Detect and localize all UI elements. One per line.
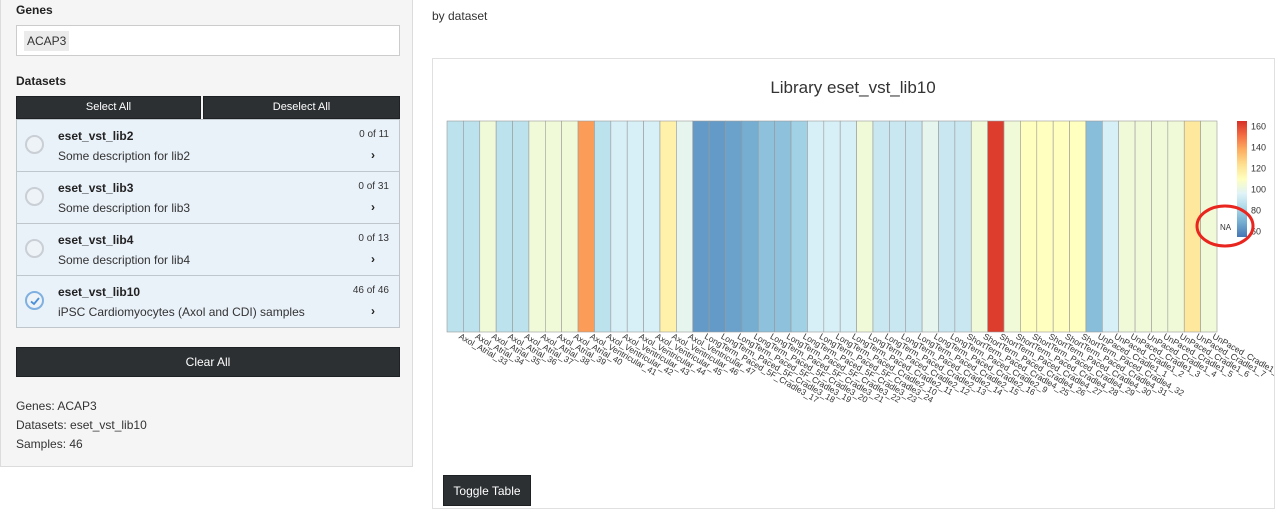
heatmap-cell[interactable] [512, 120, 530, 333]
plot-panel: Library eset_vst_lib10 Axol_Atrial_33 Axo… [432, 58, 1275, 509]
clear-all-button[interactable]: Clear All [16, 347, 400, 377]
heatmap-cell[interactable] [839, 120, 857, 333]
genes-label: Genes [16, 3, 53, 17]
heatmap-cell[interactable] [626, 120, 644, 333]
heatmap-cell[interactable] [561, 120, 579, 333]
heatmap-cell[interactable] [970, 120, 988, 333]
sidebar: Genes ACAP3 Datasets Select All Deselect… [0, 0, 413, 467]
dataset-desc: Some description for lib4 [58, 253, 191, 267]
heatmap-chart: Library eset_vst_lib10 Axol_Atrial_33Axo… [446, 78, 1274, 405]
dataset-name: eset_vst_lib3 [58, 181, 134, 195]
dataset-item-lib2[interactable]: eset_vst_lib2 Some description for lib2 … [17, 119, 399, 171]
dataset-item-lib3[interactable]: eset_vst_lib3 Some description for lib3 … [17, 171, 399, 223]
heatmap-cell[interactable] [610, 120, 628, 333]
heatmap-cell[interactable] [1134, 120, 1152, 333]
dataset-item-lib10[interactable]: eset_vst_lib10 iPSC Cardiomyocytes (Axol… [17, 275, 399, 327]
select-all-button[interactable]: Select All [16, 96, 201, 119]
chevron-right-icon[interactable]: › [371, 148, 375, 162]
heatmap-cell[interactable] [807, 120, 825, 333]
by-dataset-label: by dataset [432, 9, 488, 23]
heatmap-cell[interactable] [725, 120, 743, 333]
heatmap-cell[interactable] [741, 120, 759, 333]
heatmap-cell[interactable] [757, 120, 775, 333]
summary-datasets: Datasets: eset_vst_lib10 [16, 418, 147, 432]
dataset-name: eset_vst_lib2 [58, 129, 134, 143]
colorbar-tick-label: 80 [1251, 206, 1261, 216]
heatmap-cell[interactable] [676, 120, 694, 333]
heatmap-cell[interactable] [856, 120, 874, 333]
heatmap-cell[interactable] [872, 120, 890, 333]
colorbar-tick-label: 160 [1251, 121, 1266, 131]
heatmap-cell[interactable] [1200, 120, 1218, 333]
heatmap-cell[interactable] [1118, 120, 1136, 333]
heatmap-cell[interactable] [1003, 120, 1021, 333]
heatmap-cell[interactable] [692, 120, 710, 333]
heatmap-cell[interactable] [577, 120, 595, 333]
heatmap-cell[interactable] [659, 120, 677, 333]
dataset-count: 0 of 13 [358, 233, 389, 244]
heatmap-cell[interactable] [1036, 120, 1054, 333]
heatmap-cell[interactable] [1167, 120, 1185, 333]
radio-icon[interactable] [25, 187, 44, 206]
heatmap-cell[interactable] [987, 120, 1005, 333]
heatmap-cell[interactable] [1102, 120, 1120, 333]
dataset-count: 0 of 11 [359, 129, 389, 140]
colorbar-tick-label: 140 [1251, 142, 1266, 152]
toggle-table-button[interactable]: Toggle Table [443, 475, 531, 506]
heatmap-cell[interactable] [1020, 120, 1038, 333]
summary-samples: Samples: 46 [16, 437, 83, 451]
dataset-item-lib4[interactable]: eset_vst_lib4 Some description for lib4 … [17, 223, 399, 275]
na-label: NA [1220, 223, 1232, 232]
check-circle-icon[interactable] [25, 291, 44, 310]
heatmap-cell[interactable] [905, 120, 923, 333]
dataset-list: eset_vst_lib2 Some description for lib2 … [16, 119, 400, 328]
heatmap-cell[interactable] [463, 120, 481, 333]
heatmap-cell[interactable] [495, 120, 513, 333]
dataset-desc: iPSC Cardiomyocytes (Axol and CDI) sampl… [58, 305, 305, 319]
heatmap-cell[interactable] [1085, 120, 1103, 333]
dataset-desc: Some description for lib2 [58, 149, 191, 163]
heatmap-cell[interactable] [479, 120, 497, 333]
heatmap-cell[interactable] [823, 120, 841, 333]
heatmap-cell[interactable] [774, 120, 792, 333]
heatmap-cell[interactable] [643, 120, 661, 333]
summary-genes: Genes: ACAP3 [16, 399, 97, 413]
dataset-name: eset_vst_lib4 [58, 233, 134, 247]
heatmap-cell[interactable] [790, 120, 808, 333]
heatmap-cell[interactable] [1151, 120, 1169, 333]
datasets-label: Datasets [16, 74, 67, 88]
chevron-right-icon[interactable]: › [371, 200, 375, 214]
gene-input[interactable]: ACAP3 [16, 25, 400, 56]
radio-icon[interactable] [25, 239, 44, 258]
heatmap-cell[interactable] [889, 120, 907, 333]
heatmap-cell[interactable] [921, 120, 939, 333]
gene-chip[interactable]: ACAP3 [24, 31, 70, 51]
colorbar-tick-label: 100 [1251, 185, 1266, 195]
radio-icon[interactable] [25, 135, 44, 154]
dataset-count: 0 of 31 [358, 181, 389, 192]
heatmap-cell[interactable] [708, 120, 726, 333]
chevron-right-icon[interactable]: › [371, 252, 375, 266]
heatmap-cell[interactable] [544, 120, 562, 333]
colorbar-tick-label: 120 [1251, 163, 1266, 173]
heatmap-cell[interactable] [446, 120, 464, 333]
heatmap-cell[interactable] [1052, 120, 1070, 333]
chevron-right-icon[interactable]: › [371, 304, 375, 318]
dataset-name: eset_vst_lib10 [58, 285, 141, 299]
dataset-count: 46 of 46 [352, 285, 389, 296]
heatmap-cell[interactable] [1069, 120, 1087, 333]
heatmap-cell[interactable] [954, 120, 972, 333]
deselect-all-button[interactable]: Deselect All [203, 96, 400, 119]
heatmap-cell[interactable] [938, 120, 956, 333]
dataset-desc: Some description for lib3 [58, 201, 191, 215]
chart-title: Library eset_vst_lib10 [770, 78, 935, 97]
heatmap-cell[interactable] [594, 120, 612, 333]
heatmap-cell[interactable] [528, 120, 546, 333]
colorbar [1237, 121, 1247, 237]
